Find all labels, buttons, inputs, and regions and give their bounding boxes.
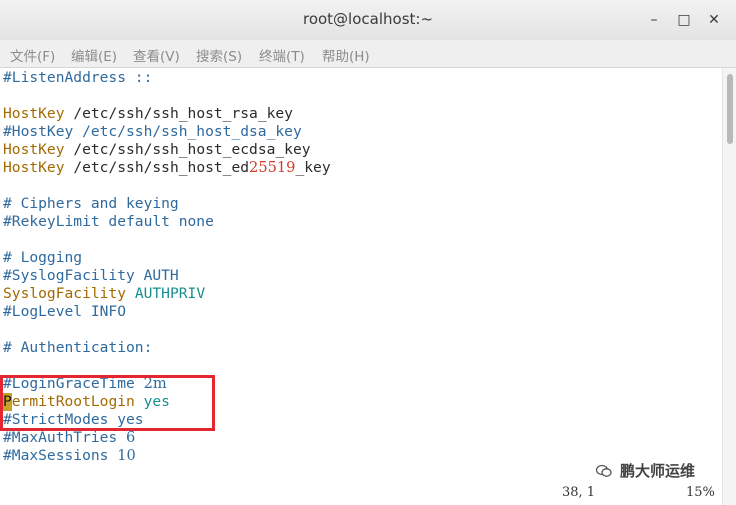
cursor-position: 38, 1 bbox=[562, 485, 596, 500]
line-hostkey-rsa: HostKey /etc/ssh/ssh_host_rsa_key bbox=[3, 105, 293, 123]
line-hostkey-ed25519: HostKey /etc/ssh/ssh_host_ed25519_key bbox=[3, 159, 331, 177]
line-loglevel: #LogLevel INFO bbox=[3, 303, 127, 320]
menu-bar: 文件(F) 编辑(E) 查看(V) 搜索(S) 终端(T) 帮助(H) bbox=[0, 40, 736, 68]
hostkey-path: /etc/ssh/ssh_host_ecdsa_key bbox=[73, 141, 311, 158]
line-hostkey-ecdsa: HostKey /etc/ssh/ssh_host_ecdsa_key bbox=[3, 141, 311, 159]
hostkey-keyword: HostKey bbox=[3, 141, 65, 158]
line-syslog-facility: SyslogFacility AUTHPRIV bbox=[3, 285, 205, 303]
menu-view[interactable]: 查看(V) bbox=[133, 45, 180, 65]
line-authentication-comment: # Authentication: bbox=[3, 339, 153, 356]
highlight-box bbox=[0, 375, 215, 431]
line-syslog-comment: #SyslogFacility AUTH bbox=[3, 267, 179, 284]
line-logging-comment: # Logging bbox=[3, 249, 83, 266]
hostkey-path-suffix: _key bbox=[295, 159, 331, 176]
hostkey-path: /etc/ssh/ssh_host_rsa_key bbox=[73, 105, 293, 122]
hostkey-path-part: /etc/ssh/ssh_host_ed bbox=[73, 159, 250, 176]
line-max-auth-tries: #MaxAuthTries 6 bbox=[3, 429, 135, 447]
syslog-value: AUTHPRIV bbox=[134, 285, 206, 302]
minimize-button[interactable]: – bbox=[645, 11, 663, 29]
maxsess-value: 10 bbox=[117, 447, 136, 464]
hostkey-keyword: HostKey bbox=[3, 159, 65, 176]
close-button[interactable]: ✕ bbox=[705, 11, 723, 29]
line-hostkey-dsa: #HostKey /etc/ssh/ssh_host_dsa_key bbox=[3, 123, 302, 140]
menu-search[interactable]: 搜索(S) bbox=[196, 45, 242, 65]
terminal-window: root@localhost:~ – □ ✕ 文件(F) 编辑(E) 查看(V)… bbox=[0, 0, 736, 505]
menu-edit[interactable]: 编辑(E) bbox=[71, 45, 117, 65]
wechat-icon bbox=[596, 464, 612, 477]
hostkey-keyword: HostKey bbox=[3, 105, 65, 122]
menu-file[interactable]: 文件(F) bbox=[10, 45, 55, 65]
scrollbar-thumb[interactable] bbox=[727, 74, 733, 144]
scrollbar[interactable] bbox=[722, 68, 736, 505]
title-bar[interactable]: root@localhost:~ – □ ✕ bbox=[0, 0, 736, 41]
line-listen-address: #ListenAddress :: bbox=[3, 69, 153, 86]
line-max-sessions: #MaxSessions 10 bbox=[3, 447, 136, 465]
hostkey-number: 25519 bbox=[249, 159, 296, 176]
menu-help[interactable]: 帮助(H) bbox=[322, 45, 370, 65]
maxauth-value: 6 bbox=[126, 429, 136, 446]
line-ciphers-comment: # Ciphers and keying bbox=[3, 195, 179, 212]
watermark: 鹏大师运维 bbox=[596, 460, 695, 481]
scroll-percent: 15% bbox=[686, 485, 715, 500]
line-rekey-limit: #RekeyLimit default none bbox=[3, 213, 214, 230]
watermark-text: 鹏大师运维 bbox=[620, 462, 696, 480]
window-title: root@localhost:~ bbox=[302, 10, 434, 28]
menu-terminal[interactable]: 终端(T) bbox=[259, 45, 305, 65]
maxauth-text: #MaxAuthTries bbox=[3, 429, 127, 446]
maxsess-text: #MaxSessions bbox=[3, 447, 118, 464]
maximize-button[interactable]: □ bbox=[675, 11, 693, 29]
syslog-keyword: SyslogFacility bbox=[3, 285, 127, 302]
